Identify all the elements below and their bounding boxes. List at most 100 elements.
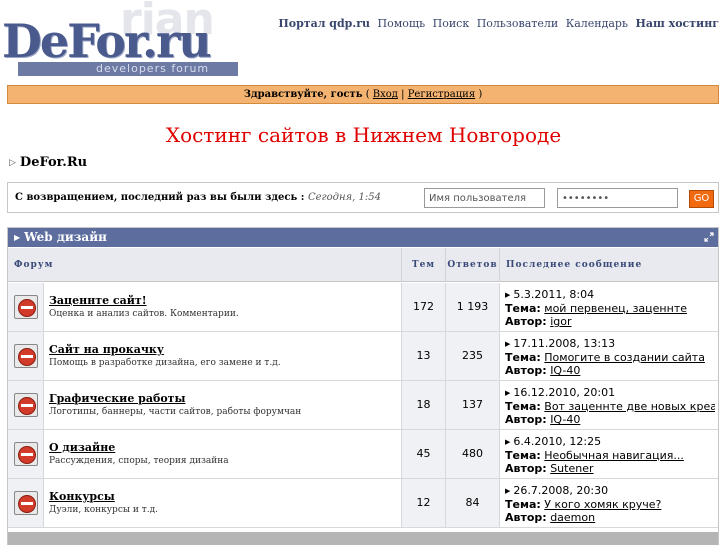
forum-title-link[interactable]: О дизайне bbox=[49, 441, 115, 454]
logo-text: DeFor.ru bbox=[2, 14, 212, 68]
last-post-cell: ▶ 5.3.2011, 8:04 Тема: мой первенец, заце… bbox=[500, 283, 718, 331]
last-post-author-link[interactable]: Sutener bbox=[550, 462, 593, 475]
forum-topics-count: 45 bbox=[402, 430, 446, 478]
forum-topics-count: 18 bbox=[402, 381, 446, 429]
last-post-arrow-icon[interactable]: ▶ bbox=[505, 487, 510, 495]
forum-name-cell: Конкурсы Дуэли, конкурсы и т.д. bbox=[44, 479, 402, 527]
nav-help-link[interactable]: Помощь bbox=[378, 17, 426, 30]
forum-icon-cell bbox=[8, 430, 44, 478]
forum-icon-cell bbox=[8, 283, 44, 331]
author-label: Автор: bbox=[505, 364, 547, 377]
forum-row: О дизайне Рассуждения, споры, теория диз… bbox=[8, 430, 718, 479]
last-post-topic-line: Тема: Вот заценнте две новых креа... bbox=[505, 400, 715, 413]
nav-hosting-link[interactable]: Наш хостинг bbox=[635, 17, 719, 30]
site-logo[interactable]: rian DeFor.ru developers forum bbox=[0, 0, 240, 82]
column-forum: Форум bbox=[8, 248, 402, 282]
forum-title-link[interactable]: Заценнте сайт! bbox=[49, 294, 147, 307]
go-button[interactable]: GO bbox=[689, 190, 714, 208]
password-input[interactable] bbox=[557, 188, 678, 208]
last-post-topic-link[interactable]: Вот заценнте две новых креа... bbox=[544, 400, 715, 413]
last-post-date: 17.11.2008, 13:13 bbox=[513, 337, 616, 350]
breadcrumb-arrow-icon: ▷ bbox=[9, 158, 16, 168]
last-post-arrow-icon[interactable]: ▶ bbox=[505, 340, 510, 348]
nav-search-link[interactable]: Поиск bbox=[433, 17, 470, 30]
last-post-date: 26.7.2008, 20:30 bbox=[513, 484, 609, 497]
forum-topics-count: 13 bbox=[402, 332, 446, 380]
username-input[interactable] bbox=[424, 188, 545, 208]
forum-description: Помощь в разработке дизайна, его замене … bbox=[49, 358, 281, 368]
forum-name-cell: Графические работы Логотипы, баннеры, ча… bbox=[44, 381, 402, 429]
last-post-arrow-icon[interactable]: ▶ bbox=[505, 291, 510, 299]
last-post-topic-link[interactable]: У кого хомяк круче? bbox=[544, 498, 661, 511]
last-post-topic-line: Тема: Помогите в создании сайта bbox=[505, 351, 715, 364]
topic-label: Тема: bbox=[505, 351, 541, 364]
last-post-topic-link[interactable]: Необычная навигация... bbox=[544, 449, 684, 462]
author-label: Автор: bbox=[505, 511, 547, 524]
greeting-separator: | bbox=[401, 89, 405, 100]
welcome-text: С возвращением, последний раз вы были зд… bbox=[15, 192, 305, 203]
last-post-date-line: ▶ 6.4.2010, 12:25 bbox=[505, 435, 715, 449]
last-post-arrow-icon[interactable]: ▶ bbox=[505, 389, 510, 397]
nav-calendar-link[interactable]: Календарь bbox=[566, 17, 628, 30]
forum-table: ▶ Web дизайн Форум Тем Ответов Последнее … bbox=[7, 227, 719, 545]
author-label: Автор: bbox=[505, 315, 547, 328]
last-post-arrow-icon[interactable]: ▶ bbox=[505, 438, 510, 446]
category-title[interactable]: Web дизайн bbox=[24, 230, 107, 244]
last-post-cell: ▶ 17.11.2008, 13:13 Тема: Помогите в созд… bbox=[500, 332, 718, 380]
last-post-author-line: Автор: daemon bbox=[505, 511, 715, 524]
last-post-cell: ▶ 16.12.2010, 20:01 Тема: Вот заценнте дв… bbox=[500, 381, 718, 429]
forum-title-link[interactable]: Графические работы bbox=[49, 392, 186, 405]
greeting-text: Здравствуйте, гость bbox=[243, 89, 363, 100]
login-link[interactable]: Вход bbox=[373, 89, 398, 100]
forum-name-cell: Сайт на прокачку Помощь в разработке диз… bbox=[44, 332, 402, 380]
last-post-author-link[interactable]: IQ-40 bbox=[550, 364, 580, 377]
last-post-date-line: ▶ 16.12.2010, 20:01 bbox=[505, 386, 715, 400]
nav-portal-link[interactable]: Портал qdp.ru bbox=[278, 17, 370, 30]
welcome-message: С возвращением, последний раз вы были зд… bbox=[15, 192, 381, 203]
forum-description: Рассуждения, споры, теория дизайна bbox=[49, 456, 229, 466]
forum-icon-cell bbox=[8, 479, 44, 527]
category-arrow-icon: ▶ bbox=[14, 232, 21, 242]
forum-icon-cell bbox=[8, 381, 44, 429]
last-post-author-link[interactable]: igor bbox=[550, 315, 571, 328]
author-label: Автор: bbox=[505, 462, 547, 475]
forum-title-link[interactable]: Конкурсы bbox=[49, 490, 115, 503]
register-link[interactable]: Регистрация bbox=[408, 89, 475, 100]
last-post-topic-line: Тема: У кого хомяк круче? bbox=[505, 498, 715, 511]
no-new-posts-icon bbox=[14, 442, 38, 466]
forum-topics-count: 172 bbox=[402, 283, 446, 331]
forum-row: Графические работы Логотипы, баннеры, ча… bbox=[8, 381, 718, 430]
forum-replies-count: 480 bbox=[446, 430, 500, 478]
forum-name-cell: О дизайне Рассуждения, споры, теория диз… bbox=[44, 430, 402, 478]
last-post-author-line: Автор: igor bbox=[505, 315, 715, 328]
last-post-topic-link[interactable]: мой первенец, заценнте bbox=[544, 302, 687, 315]
last-post-cell: ▶ 26.7.2008, 20:30 Тема: У кого хомяк кру… bbox=[500, 479, 718, 527]
no-new-posts-icon bbox=[14, 491, 38, 515]
last-post-topic-line: Тема: Необычная навигация... bbox=[505, 449, 715, 462]
last-post-author-link[interactable]: IQ-40 bbox=[550, 413, 580, 426]
last-post-date-line: ▶ 26.7.2008, 20:30 bbox=[505, 484, 715, 498]
forum-replies-count: 1 193 bbox=[446, 283, 500, 331]
column-last-post: Последнее сообщение bbox=[506, 260, 643, 270]
table-footer-bar bbox=[8, 532, 718, 545]
greeting-bar: Здравствуйте, гость ( Вход | Регистрация… bbox=[7, 85, 719, 104]
forum-description: Логотипы, баннеры, части сайтов, работы … bbox=[49, 407, 302, 417]
forum-row: Сайт на прокачку Помощь в разработке диз… bbox=[8, 332, 718, 381]
forum-title-link[interactable]: Сайт на прокачку bbox=[49, 343, 164, 356]
forum-row: Конкурсы Дуэли, конкурсы и т.д. 12 84 ▶ 2… bbox=[8, 479, 718, 528]
last-post-date-line: ▶ 5.3.2011, 8:04 bbox=[505, 288, 715, 302]
last-post-author-link[interactable]: daemon bbox=[550, 511, 595, 524]
category-header: ▶ Web дизайн bbox=[8, 228, 718, 247]
forum-replies-count: 84 bbox=[446, 479, 500, 527]
last-post-topic-link[interactable]: Помогите в создании сайта bbox=[544, 351, 705, 364]
breadcrumb-home[interactable]: DeFor.Ru bbox=[20, 155, 87, 170]
no-new-posts-icon bbox=[14, 344, 38, 368]
hosting-banner-title[interactable]: Хостинг сайтов в Нижнем Новгороде bbox=[0, 123, 727, 147]
forum-topics-count: 12 bbox=[402, 479, 446, 527]
greeting-paren-open: ( bbox=[365, 89, 370, 100]
last-post-date: 6.4.2010, 12:25 bbox=[513, 435, 602, 448]
column-replies: Ответов bbox=[446, 248, 500, 282]
collapse-icon[interactable] bbox=[704, 232, 714, 242]
forum-description: Дуэли, конкурсы и т.д. bbox=[49, 505, 158, 515]
nav-users-link[interactable]: Пользователи bbox=[477, 17, 558, 30]
